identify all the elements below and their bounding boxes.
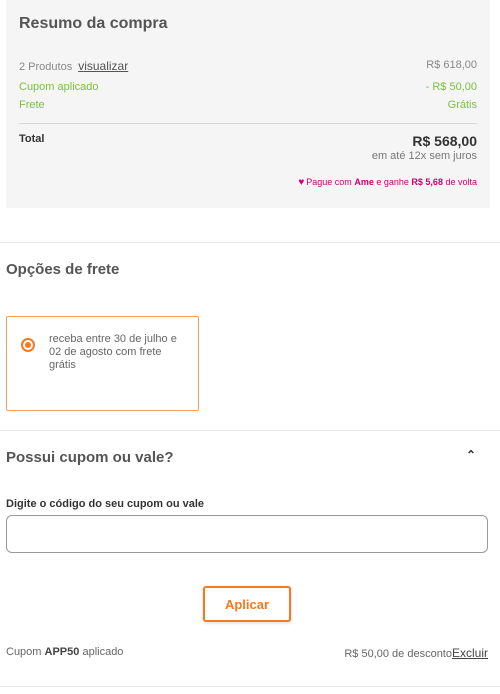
summary-title: Resumo da compra — [19, 15, 168, 32]
shipping-label: Frete — [19, 99, 45, 111]
discount-text: R$ 50,00 de desconto — [344, 648, 452, 660]
section-divider — [0, 430, 500, 431]
shipping-option-text: receba entre 30 de julho e 02 de agosto … — [49, 333, 177, 371]
shipping-option-card[interactable]: receba entre 30 de julho e 02 de agosto … — [6, 316, 199, 411]
view-products-link[interactable]: visualizar — [78, 59, 128, 73]
apply-coupon-button[interactable]: Aplicar — [203, 586, 291, 622]
coupon-label: Cupom aplicado — [19, 81, 99, 93]
coupon-field-label: Digite o código do seu cupom ou vale — [6, 498, 205, 510]
products-label: 2 Produtos — [19, 61, 73, 73]
radio-selected-icon[interactable] — [21, 338, 35, 352]
chevron-up-icon[interactable]: ⌃ — [466, 448, 476, 462]
order-summary: Resumo da compra 2 Produtos visualizar R$… — [6, 0, 490, 208]
shipping-value: Grátis — [447, 99, 477, 111]
summary-divider — [19, 123, 477, 124]
ame-brand: Ame — [354, 177, 374, 187]
ame-cashback: ♥ Pague com Ame e ganhe R$ 5,68 de volta — [298, 177, 477, 188]
coupon-input[interactable] — [6, 515, 488, 553]
ame-amount: R$ 5,68 — [411, 177, 443, 187]
section-divider — [0, 686, 500, 687]
shipping-options-title: Opções de frete — [6, 261, 120, 278]
total-label: Total — [19, 133, 45, 145]
coupon-value: - R$ 50,00 — [425, 81, 477, 93]
heart-icon: ♥ — [298, 177, 305, 188]
total-value: R$ 568,00 — [412, 133, 477, 149]
remove-coupon-link[interactable]: Excluir — [452, 646, 488, 660]
installments-text: em até 12x sem juros — [371, 150, 477, 162]
coupon-section-title: Possui cupom ou vale? — [6, 449, 174, 466]
coupon-discount: R$ 50,00 de descontoExcluir — [344, 646, 488, 660]
coupon-applied-text: Cupom APP50 aplicado — [6, 646, 124, 658]
section-divider — [0, 242, 500, 243]
coupon-code: APP50 — [44, 646, 80, 658]
products-value: R$ 618,00 — [426, 59, 477, 71]
